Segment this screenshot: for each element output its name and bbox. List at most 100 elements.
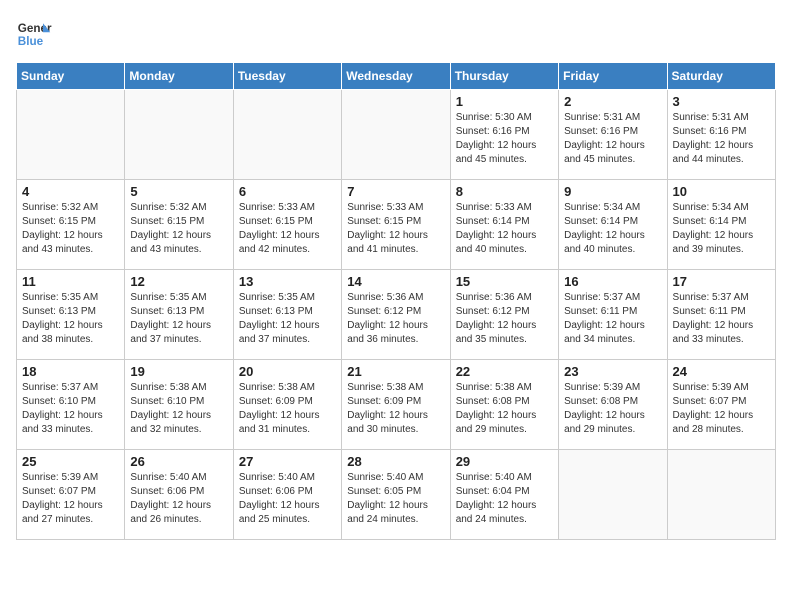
day-info: Sunrise: 5:32 AM Sunset: 6:15 PM Dayligh… bbox=[22, 201, 119, 257]
day-info: Sunrise: 5:34 AM Sunset: 6:14 PM Dayligh… bbox=[673, 201, 770, 257]
day-info: Sunrise: 5:30 AM Sunset: 6:16 PM Dayligh… bbox=[456, 111, 553, 167]
day-info: Sunrise: 5:40 AM Sunset: 6:05 PM Dayligh… bbox=[347, 471, 444, 527]
logo-icon: General Blue bbox=[16, 16, 52, 52]
day-info: Sunrise: 5:38 AM Sunset: 6:09 PM Dayligh… bbox=[347, 381, 444, 437]
calendar-cell bbox=[17, 90, 125, 180]
day-number: 7 bbox=[347, 184, 444, 199]
calendar-cell: 17 Sunrise: 5:37 AM Sunset: 6:11 PM Dayli… bbox=[667, 270, 775, 360]
day-number: 28 bbox=[347, 454, 444, 469]
day-number: 23 bbox=[564, 364, 661, 379]
calendar-cell bbox=[233, 90, 341, 180]
day-info: Sunrise: 5:31 AM Sunset: 6:16 PM Dayligh… bbox=[564, 111, 661, 167]
calendar-cell: 27 Sunrise: 5:40 AM Sunset: 6:06 PM Dayli… bbox=[233, 450, 341, 540]
svg-text:Blue: Blue bbox=[18, 35, 44, 48]
calendar-cell: 28 Sunrise: 5:40 AM Sunset: 6:05 PM Dayli… bbox=[342, 450, 450, 540]
day-info: Sunrise: 5:38 AM Sunset: 6:10 PM Dayligh… bbox=[130, 381, 227, 437]
calendar-cell: 24Sunrise: 5:39 AM Sunset: 6:07 PM Dayli… bbox=[667, 360, 775, 450]
calendar-cell: 11Sunrise: 5:35 AM Sunset: 6:13 PM Dayli… bbox=[17, 270, 125, 360]
calendar-table: SundayMondayTuesdayWednesdayThursdayFrid… bbox=[16, 62, 776, 540]
day-number: 3 bbox=[673, 94, 770, 109]
calendar-cell: 23 Sunrise: 5:39 AM Sunset: 6:08 PM Dayli… bbox=[559, 360, 667, 450]
calendar-cell: 7 Sunrise: 5:33 AM Sunset: 6:15 PM Daylig… bbox=[342, 180, 450, 270]
week-row-1: 1 Sunrise: 5:30 AM Sunset: 6:16 PM Daylig… bbox=[17, 90, 776, 180]
calendar-cell bbox=[559, 450, 667, 540]
day-info: Sunrise: 5:37 AM Sunset: 6:10 PM Dayligh… bbox=[22, 381, 119, 437]
day-info: Sunrise: 5:36 AM Sunset: 6:12 PM Dayligh… bbox=[456, 291, 553, 347]
day-info: Sunrise: 5:40 AM Sunset: 6:04 PM Dayligh… bbox=[456, 471, 553, 527]
day-number: 27 bbox=[239, 454, 336, 469]
week-row-3: 11 Sunrise: 5:35 AM Sunset: 6:13 PM Dayli… bbox=[17, 270, 776, 360]
calendar-cell: 9 Sunrise: 5:34 AM Sunset: 6:14 PM Daylig… bbox=[559, 180, 667, 270]
day-number: 5 bbox=[130, 184, 227, 199]
day-info: Sunrise: 5:35 AM Sunset: 6:13 PM Dayligh… bbox=[130, 291, 227, 347]
day-info: Sunrise: 5:39 AM Sunset: 6:08 PM Dayligh… bbox=[564, 381, 661, 437]
day-number: 22 bbox=[456, 364, 553, 379]
day-info: Sunrise: 5:33 AM Sunset: 6:15 PM Dayligh… bbox=[239, 201, 336, 257]
day-number: 12 bbox=[130, 274, 227, 289]
day-number: 24 bbox=[673, 364, 770, 379]
header-tuesday: Tuesday bbox=[233, 63, 341, 90]
day-number: 26 bbox=[130, 454, 227, 469]
week-row-5: 25 Sunrise: 5:39 AM Sunset: 6:07 PM Dayli… bbox=[17, 450, 776, 540]
header-friday: Friday bbox=[559, 63, 667, 90]
calendar-cell: 1 Sunrise: 5:30 AM Sunset: 6:16 PM Daylig… bbox=[450, 90, 558, 180]
day-number: 6 bbox=[239, 184, 336, 199]
header-sunday: Sunday bbox=[17, 63, 125, 90]
day-info: Sunrise: 5:38 AM Sunset: 6:09 PM Dayligh… bbox=[239, 381, 336, 437]
calendar-cell: 21 Sunrise: 5:38 AM Sunset: 6:09 PM Dayli… bbox=[342, 360, 450, 450]
calendar-cell: 14 Sunrise: 5:36 AM Sunset: 6:12 PM Dayli… bbox=[342, 270, 450, 360]
calendar-cell bbox=[342, 90, 450, 180]
header-thursday: Thursday bbox=[450, 63, 558, 90]
day-number: 19 bbox=[130, 364, 227, 379]
page-header: General Blue bbox=[16, 16, 776, 52]
day-number: 8 bbox=[456, 184, 553, 199]
day-number: 20 bbox=[239, 364, 336, 379]
calendar-cell: 20 Sunrise: 5:38 AM Sunset: 6:09 PM Dayli… bbox=[233, 360, 341, 450]
calendar-cell: 12 Sunrise: 5:35 AM Sunset: 6:13 PM Dayli… bbox=[125, 270, 233, 360]
calendar-cell: 22 Sunrise: 5:38 AM Sunset: 6:08 PM Dayli… bbox=[450, 360, 558, 450]
day-info: Sunrise: 5:37 AM Sunset: 6:11 PM Dayligh… bbox=[673, 291, 770, 347]
calendar-cell: 15 Sunrise: 5:36 AM Sunset: 6:12 PM Dayli… bbox=[450, 270, 558, 360]
day-info: Sunrise: 5:34 AM Sunset: 6:14 PM Dayligh… bbox=[564, 201, 661, 257]
day-info: Sunrise: 5:35 AM Sunset: 6:13 PM Dayligh… bbox=[239, 291, 336, 347]
day-info: Sunrise: 5:31 AM Sunset: 6:16 PM Dayligh… bbox=[673, 111, 770, 167]
day-number: 17 bbox=[673, 274, 770, 289]
week-row-2: 4 Sunrise: 5:32 AM Sunset: 6:15 PM Daylig… bbox=[17, 180, 776, 270]
calendar-cell: 18Sunrise: 5:37 AM Sunset: 6:10 PM Dayli… bbox=[17, 360, 125, 450]
day-info: Sunrise: 5:33 AM Sunset: 6:15 PM Dayligh… bbox=[347, 201, 444, 257]
day-info: Sunrise: 5:33 AM Sunset: 6:14 PM Dayligh… bbox=[456, 201, 553, 257]
day-number: 29 bbox=[456, 454, 553, 469]
day-number: 14 bbox=[347, 274, 444, 289]
logo: General Blue bbox=[16, 16, 52, 52]
day-info: Sunrise: 5:32 AM Sunset: 6:15 PM Dayligh… bbox=[130, 201, 227, 257]
day-number: 9 bbox=[564, 184, 661, 199]
calendar-cell bbox=[125, 90, 233, 180]
day-info: Sunrise: 5:40 AM Sunset: 6:06 PM Dayligh… bbox=[239, 471, 336, 527]
day-number: 21 bbox=[347, 364, 444, 379]
calendar-cell: 13 Sunrise: 5:35 AM Sunset: 6:13 PM Dayli… bbox=[233, 270, 341, 360]
day-info: Sunrise: 5:40 AM Sunset: 6:06 PM Dayligh… bbox=[130, 471, 227, 527]
day-info: Sunrise: 5:38 AM Sunset: 6:08 PM Dayligh… bbox=[456, 381, 553, 437]
day-info: Sunrise: 5:39 AM Sunset: 6:07 PM Dayligh… bbox=[22, 471, 119, 527]
calendar-cell: 16 Sunrise: 5:37 AM Sunset: 6:11 PM Dayli… bbox=[559, 270, 667, 360]
calendar-cell: 25 Sunrise: 5:39 AM Sunset: 6:07 PM Dayli… bbox=[17, 450, 125, 540]
day-info: Sunrise: 5:36 AM Sunset: 6:12 PM Dayligh… bbox=[347, 291, 444, 347]
calendar-cell: 5 Sunrise: 5:32 AM Sunset: 6:15 PM Daylig… bbox=[125, 180, 233, 270]
header-wednesday: Wednesday bbox=[342, 63, 450, 90]
calendar-cell: 4 Sunrise: 5:32 AM Sunset: 6:15 PM Daylig… bbox=[17, 180, 125, 270]
calendar-cell bbox=[667, 450, 775, 540]
day-number: 16 bbox=[564, 274, 661, 289]
day-number: 1 bbox=[456, 94, 553, 109]
calendar-cell: 2 Sunrise: 5:31 AM Sunset: 6:16 PM Daylig… bbox=[559, 90, 667, 180]
day-info: Sunrise: 5:37 AM Sunset: 6:11 PM Dayligh… bbox=[564, 291, 661, 347]
day-number: 13 bbox=[239, 274, 336, 289]
calendar-cell: 10Sunrise: 5:34 AM Sunset: 6:14 PM Dayli… bbox=[667, 180, 775, 270]
calendar-cell: 26 Sunrise: 5:40 AM Sunset: 6:06 PM Dayli… bbox=[125, 450, 233, 540]
day-number: 15 bbox=[456, 274, 553, 289]
calendar-cell: 6 Sunrise: 5:33 AM Sunset: 6:15 PM Daylig… bbox=[233, 180, 341, 270]
day-number: 2 bbox=[564, 94, 661, 109]
day-number: 11 bbox=[22, 274, 119, 289]
day-number: 25 bbox=[22, 454, 119, 469]
day-number: 4 bbox=[22, 184, 119, 199]
calendar-cell: 19 Sunrise: 5:38 AM Sunset: 6:10 PM Dayli… bbox=[125, 360, 233, 450]
